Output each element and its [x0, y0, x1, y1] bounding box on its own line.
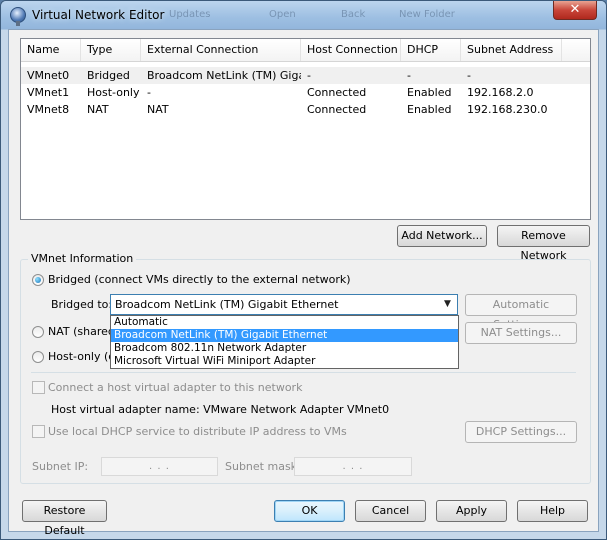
- cell-type: Host-only: [87, 86, 140, 99]
- window-title: Virtual Network Editor: [32, 8, 165, 22]
- cell-host-connection: Connected: [307, 103, 367, 116]
- cell-host-connection: Connected: [307, 86, 367, 99]
- cell-host-connection: -: [307, 69, 311, 82]
- bridged-to-dropdown-list[interactable]: Automatic Broadcom NetLink (TM) Gigabit …: [110, 315, 459, 369]
- chevron-down-icon[interactable]: ▼: [440, 297, 455, 312]
- dhcp-checkbox[interactable]: [32, 425, 45, 438]
- list-header: Name Type External Connection Host Conne…: [21, 39, 590, 62]
- table-row[interactable]: VMnet8 NAT NAT Connected Enabled 192.168…: [21, 101, 590, 118]
- nat-radio-label[interactable]: NAT (shared: [48, 325, 115, 338]
- cell-subnet-address: 192.168.2.0: [467, 86, 534, 99]
- column-header-dhcp[interactable]: DHCP: [401, 39, 461, 61]
- network-list[interactable]: Name Type External Connection Host Conne…: [20, 38, 591, 220]
- bridged-radio[interactable]: [32, 274, 44, 286]
- column-header-name[interactable]: Name: [21, 39, 81, 61]
- close-button[interactable]: ✕: [553, 1, 597, 20]
- dropdown-option-highlighted[interactable]: Broadcom NetLink (TM) Gigabit Ethernet: [111, 329, 458, 342]
- close-icon: ✕: [569, 2, 581, 17]
- column-header-external-connection[interactable]: External Connection: [141, 39, 301, 61]
- remove-network-button[interactable]: Remove Network: [497, 225, 590, 262]
- help-button[interactable]: Help: [517, 500, 588, 522]
- cell-external-connection: -: [147, 86, 151, 99]
- cell-external-connection: Broadcom NetLink (TM) Giga...: [147, 69, 301, 82]
- add-network-button[interactable]: Add Network...: [397, 225, 487, 247]
- virtual-network-editor-window: Virtual Network Editor Updates Open Back…: [0, 0, 607, 540]
- dropdown-option[interactable]: Microsoft Virtual WiFi Miniport Adapter: [111, 355, 458, 368]
- cell-dhcp: Enabled: [407, 103, 452, 116]
- dropdown-option[interactable]: Automatic: [111, 316, 458, 329]
- bridged-to-value: Broadcom NetLink (TM) Gigabit Ethernet: [112, 296, 441, 313]
- connect-adapter-label[interactable]: Connect a host virtual adapter to this n…: [48, 381, 302, 394]
- divider: [31, 372, 576, 373]
- dhcp-settings-button[interactable]: DHCP Settings...: [465, 421, 577, 443]
- apply-button[interactable]: Apply: [436, 500, 507, 522]
- dhcp-label[interactable]: Use local DHCP service to distribute IP …: [48, 425, 347, 438]
- cell-subnet-address: -: [467, 69, 471, 82]
- dialog-client-area: Name Type External Connection Host Conne…: [8, 29, 599, 537]
- cell-name: VMnet8: [27, 103, 70, 116]
- background-ghost-text: New Folder: [399, 9, 455, 20]
- cell-name: VMnet0: [27, 69, 70, 82]
- title-bar[interactable]: Virtual Network Editor Updates Open Back…: [1, 1, 606, 29]
- cell-dhcp: Enabled: [407, 86, 452, 99]
- cell-type: Bridged: [87, 69, 130, 82]
- background-ghost-text: Open: [269, 9, 296, 20]
- connect-adapter-checkbox[interactable]: [32, 381, 45, 394]
- cancel-button[interactable]: Cancel: [355, 500, 426, 522]
- nat-settings-button[interactable]: NAT Settings...: [465, 322, 577, 344]
- restore-default-button[interactable]: Restore Default: [22, 500, 107, 537]
- ok-button[interactable]: OK: [274, 500, 345, 522]
- bridged-radio-label[interactable]: Bridged (connect VMs directly to the ext…: [48, 273, 351, 286]
- vmnet-information-title: VMnet Information: [28, 252, 137, 265]
- subnet-mask-field[interactable]: . . .: [294, 457, 412, 476]
- dropdown-option[interactable]: Broadcom 802.11n Network Adapter: [111, 342, 458, 355]
- bridged-to-label: Bridged to:: [51, 298, 113, 311]
- cell-type: NAT: [87, 103, 109, 116]
- column-header-type[interactable]: Type: [81, 39, 141, 61]
- table-row[interactable]: VMnet0 Bridged Broadcom NetLink (TM) Gig…: [21, 67, 590, 84]
- globe-network-icon: [10, 7, 26, 26]
- cell-dhcp: -: [407, 69, 411, 82]
- automatic-settings-button[interactable]: Automatic Settings...: [465, 294, 577, 331]
- table-row[interactable]: VMnet1 Host-only - Connected Enabled 192…: [21, 84, 590, 101]
- nat-radio[interactable]: [32, 326, 44, 338]
- cell-name: VMnet1: [27, 86, 70, 99]
- adapter-name-label: Host virtual adapter name: VMware Networ…: [51, 403, 390, 416]
- column-header-subnet-address[interactable]: Subnet Address: [461, 39, 562, 61]
- subnet-ip-label: Subnet IP:: [32, 460, 89, 473]
- cell-subnet-address: 192.168.230.0: [467, 103, 548, 116]
- bridged-to-select[interactable]: Broadcom NetLink (TM) Gigabit Ethernet ▼: [110, 294, 458, 315]
- subnet-mask-label: Subnet mask:: [225, 460, 301, 473]
- cell-external-connection: NAT: [147, 103, 169, 116]
- column-header-host-connection[interactable]: Host Connection: [301, 39, 401, 61]
- background-ghost-text: Updates: [169, 9, 211, 20]
- subnet-ip-field[interactable]: . . .: [101, 457, 218, 476]
- background-ghost-text: Back: [341, 9, 366, 20]
- host-only-radio[interactable]: [32, 351, 44, 363]
